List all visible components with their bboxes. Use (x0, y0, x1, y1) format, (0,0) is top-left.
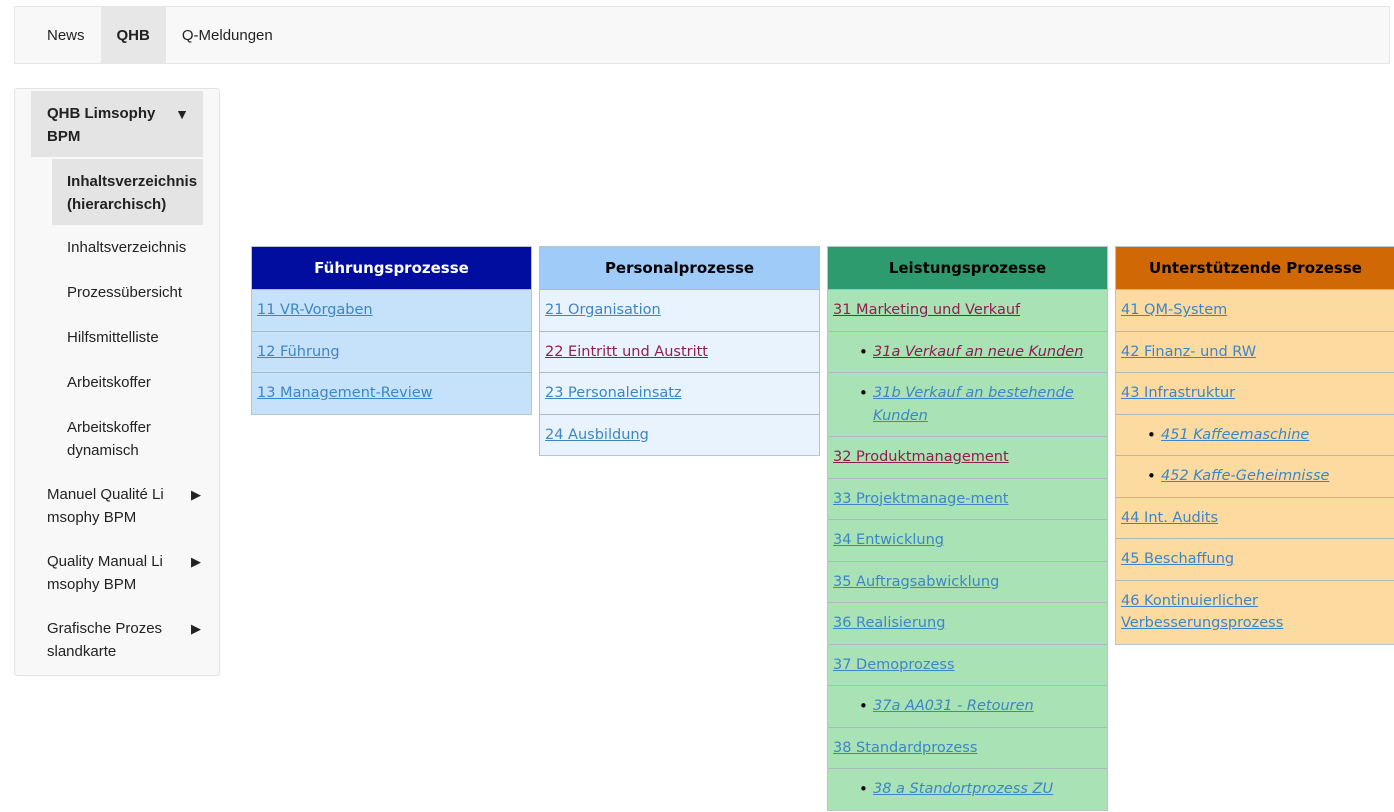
sidebar-item-arbeitskoffer-dynamisch[interactable]: Arbeitskoffer dynamisch (67, 416, 177, 462)
process-row: 33 Projektmanage-ment (828, 477, 1107, 520)
bullet-icon: • (859, 384, 868, 402)
column-leistungsprozesse: Leistungsprozesse 31 Marketing und Verkau… (827, 246, 1108, 811)
process-link[interactable]: 13 Management-Review (257, 385, 433, 401)
process-link[interactable]: 41 QM-System (1121, 302, 1227, 318)
collapse-arrow-icon: ▼ (175, 106, 189, 122)
column-header: Leistungsprozesse (828, 247, 1107, 289)
expand-arrow-icon: ▶ (191, 621, 201, 636)
process-row: 12 Führung (252, 330, 531, 373)
process-row: 46 Kontinuierlicher Verbesserungsprozess (1116, 579, 1394, 644)
process-link[interactable]: 37a AA031 - Retouren (858, 695, 1102, 718)
process-link[interactable]: 31a Verkauf an neue Kunden (858, 341, 1102, 364)
process-row: 11 VR-Vorgaben (252, 289, 531, 331)
column-header: Unterstützende Prozesse (1116, 247, 1394, 289)
expand-arrow-icon: ▶ (191, 554, 201, 569)
sidebar-item-label: Manuel Qualité Li msophy BPM (47, 486, 164, 526)
tab-news[interactable]: News (31, 7, 101, 63)
process-link[interactable]: 42 Finanz- und RW (1121, 344, 1256, 360)
bullet-icon: • (1147, 425, 1156, 444)
process-row: 41 QM-System (1116, 289, 1394, 331)
sidebar: QHB Limsophy BPM ▼ Inhaltsverzeichnis (h… (14, 88, 220, 676)
column-fuehrungsprozesse: Führungsprozesse 11 VR-Vorgaben 12 Führung… (251, 246, 532, 415)
sidebar-item-label: Quality Manual Li msophy BPM (47, 553, 163, 593)
process-row: 13 Management-Review (252, 372, 531, 414)
process-link[interactable]: 452 Kaffe-Geheimnisse (1146, 465, 1390, 488)
process-link[interactable]: 38 Standardprozess (833, 740, 977, 756)
process-link[interactable]: 36 Realisierung (833, 615, 945, 631)
bullet-icon: • (859, 697, 868, 715)
process-row: 34 Entwicklung (828, 519, 1107, 561)
sidebar-item-prozessuebersicht[interactable]: Prozessübersicht (67, 281, 207, 304)
process-link[interactable]: 34 Entwicklung (833, 532, 944, 548)
process-row: 21 Organisation (540, 289, 819, 331)
process-row: 31 Marketing und Verkauf (828, 289, 1107, 331)
sub-process-row: • 37a AA031 - Retouren (828, 685, 1107, 727)
bullet-icon: • (859, 780, 868, 798)
tab-q-meldungen[interactable]: Q-Meldungen (166, 7, 289, 63)
process-link[interactable]: 37 Demoprozess (833, 657, 955, 673)
sidebar-item-arbeitskoffer[interactable]: Arbeitskoffer (67, 371, 207, 394)
process-link[interactable]: 33 Projektmanage-ment (833, 491, 1008, 507)
sidebar-item-qhb-limsophy[interactable]: QHB Limsophy BPM ▼ (31, 91, 203, 157)
sidebar-item-inhaltsverzeichnis-hierarchisch[interactable]: Inhaltsverzeichnis (hierarchisch) (52, 159, 203, 225)
process-row: 35 Auftragsabwicklung (828, 560, 1107, 603)
process-row: 23 Personaleinsatz (540, 372, 819, 414)
column-header: Personalprozesse (540, 247, 819, 289)
process-row: 42 Finanz- und RW (1116, 330, 1394, 373)
process-link[interactable]: 12 Führung (257, 344, 340, 360)
process-link[interactable]: 43 Infrastruktur (1121, 385, 1235, 401)
top-navigation: News QHB Q-Meldungen (14, 6, 1390, 64)
process-link[interactable]: 38 a Standortprozess ZU (858, 778, 1102, 801)
process-row: 43 Infrastruktur (1116, 372, 1394, 414)
sub-process-row: • 451 Kaffeemaschine (1116, 413, 1394, 456)
process-link[interactable]: 31b Verkauf an bestehende Kunden (858, 382, 1102, 427)
process-row: 24 Ausbildung (540, 413, 819, 456)
process-link[interactable]: 35 Auftragsabwicklung (833, 574, 999, 590)
process-row: 44 Int. Audits (1116, 496, 1394, 539)
process-link[interactable]: 32 Produktmanagement (833, 449, 1009, 465)
process-link[interactable]: 31 Marketing und Verkauf (833, 302, 1020, 318)
process-row: 22 Eintritt und Austritt (540, 330, 819, 373)
process-link[interactable]: 24 Ausbildung (545, 427, 649, 443)
sidebar-head-label: QHB Limsophy BPM (47, 105, 156, 145)
process-row: 32 Produktmanagement (828, 436, 1107, 478)
process-link[interactable]: 22 Eintritt und Austritt (545, 344, 708, 360)
process-link[interactable]: 451 Kaffeemaschine (1146, 424, 1390, 447)
process-link[interactable]: 44 Int. Audits (1121, 510, 1218, 526)
sidebar-item-inhaltsverzeichnis[interactable]: Inhaltsverzeichnis (67, 236, 207, 259)
process-row: 37 Demoprozess (828, 643, 1107, 686)
process-row: 38 Standardprozess (828, 726, 1107, 769)
bullet-icon: • (859, 342, 868, 361)
process-link[interactable]: 21 Organisation (545, 302, 661, 318)
column-unterstuetzende-prozesse: Unterstützende Prozesse 41 QM-System 42 Fi… (1115, 246, 1394, 645)
sidebar-item-grafische-prozeslandkarte[interactable]: Grafische Prozes slandkarte ▶ (47, 617, 217, 663)
expand-arrow-icon: ▶ (191, 487, 201, 502)
sub-process-row: • 452 Kaffe-Geheimnisse (1116, 455, 1394, 497)
sub-process-row: • 38 a Standortprozess ZU (828, 768, 1107, 810)
sidebar-item-manuel-qualite[interactable]: Manuel Qualité Li msophy BPM ▶ (47, 483, 217, 529)
sidebar-item-hilfsmittelliste[interactable]: Hilfsmittelliste (67, 326, 207, 349)
process-link[interactable]: 11 VR-Vorgaben (257, 302, 373, 318)
process-link[interactable]: 45 Beschaffung (1121, 551, 1234, 567)
process-row: 45 Beschaffung (1116, 538, 1394, 580)
bullet-icon: • (1147, 467, 1156, 485)
process-link[interactable]: 46 Kontinuierlicher Verbesserungsprozess (1121, 593, 1283, 632)
sidebar-item-label: Grafische Prozes slandkarte (47, 620, 163, 660)
sidebar-item-quality-manual[interactable]: Quality Manual Li msophy BPM ▶ (47, 550, 217, 596)
column-personalprozesse: Personalprozesse 21 Organisation 22 Eintri… (539, 246, 820, 456)
process-row: 36 Realisierung (828, 602, 1107, 644)
column-header: Führungsprozesse (252, 247, 531, 289)
tab-qhb[interactable]: QHB (100, 7, 166, 63)
process-link[interactable]: 23 Personaleinsatz (545, 385, 682, 401)
sub-process-row: • 31a Verkauf an neue Kunden (828, 330, 1107, 373)
sub-process-row: • 31b Verkauf an bestehende Kunden (828, 372, 1107, 436)
